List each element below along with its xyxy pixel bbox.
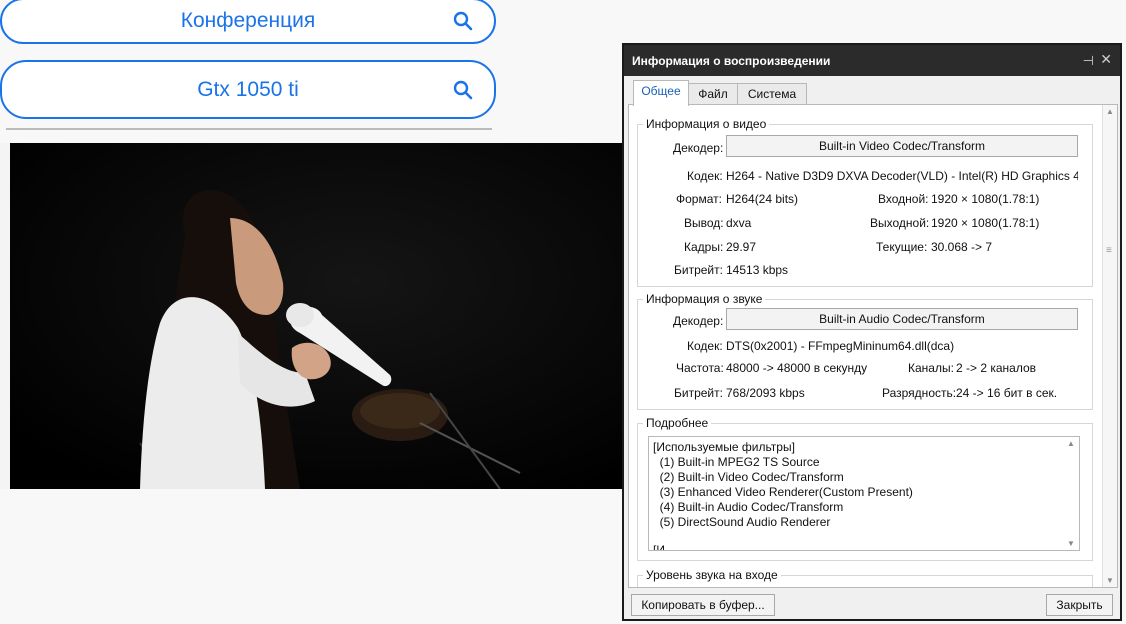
playback-info-dialog: Информация о воспроизведении ⊣ ✕ Общее Ф… (622, 43, 1122, 621)
video-output-label: Вывод: (684, 216, 724, 230)
details-group: Подробнее [Используемые фильтры] (1) Bui… (637, 416, 1093, 561)
video-format-value: H264(24 bits) (726, 192, 799, 206)
tab-file[interactable]: Файл (688, 83, 738, 105)
filters-list[interactable]: [Используемые фильтры] (1) Built-in MPEG… (648, 436, 1080, 551)
video-decoder-label: Декодер: (673, 141, 724, 155)
video-out-res-value: 1920 × 1080(1.78:1) (931, 216, 1040, 230)
video-input-value: 1920 × 1080(1.78:1) (931, 192, 1040, 206)
copy-to-clipboard-button[interactable]: Копировать в буфер... (631, 594, 775, 616)
video-codec-label: Кодек: (687, 169, 723, 183)
search-icon[interactable] (452, 10, 474, 32)
filters-list-line: (3) Enhanced Video Renderer(Custom Prese… (653, 485, 913, 499)
video-format-label: Формат: (676, 192, 722, 206)
filters-list-line: (2) Built-in Video Codec/Transform (653, 470, 844, 484)
video-codec-value: H264 - Native D3D9 DXVA Decoder(VLD) - I… (726, 169, 1078, 183)
audio-info-group: Информация о звуке Декодер: Built-in Aud… (637, 292, 1093, 410)
search-pill-label: Gtx 1050 ti (197, 77, 299, 101)
audio-codec-label: Кодек: (687, 339, 723, 353)
scroll-down-icon[interactable]: ▼ (1106, 576, 1114, 585)
divider (6, 128, 492, 130)
video-image (0, 143, 640, 489)
audio-depth-label: Разрядность: (882, 386, 957, 400)
video-current-value: 30.068 -> 7 (931, 240, 993, 254)
audio-channels-value: 2 -> 2 каналов (956, 361, 1037, 375)
tab-general[interactable]: Общее (633, 80, 689, 106)
filters-list-scrollbar[interactable]: ▲ ▼ (1067, 439, 1077, 548)
filters-list-line: (5) DirectSound Audio Renderer (653, 515, 831, 529)
dialog-client: Общее Файл Система Информация о видео Де… (624, 76, 1120, 619)
dialog-title: Информация о воспроизведении (632, 54, 831, 68)
input-level-title: Уровень звука на входе (643, 568, 781, 582)
audio-channels-label: Каналы: (908, 361, 954, 375)
general-panel: Информация о видео Декодер: Built-in Vid… (628, 104, 1118, 588)
scroll-up-icon[interactable]: ▲ (1067, 439, 1075, 448)
scroll-down-icon[interactable]: ▼ (1067, 539, 1075, 548)
dialog-titlebar[interactable]: Информация о воспроизведении ⊣ ✕ (624, 45, 1120, 76)
video-current-label: Текущие: (876, 240, 928, 254)
video-output-value: dxva (726, 216, 752, 230)
video-out-res-label: Выходной: (870, 216, 930, 230)
close-button[interactable]: Закрыть (1046, 594, 1113, 616)
video-input-label: Входной: (878, 192, 929, 206)
video-decoder-button[interactable]: Built-in Video Codec/Transform (726, 135, 1078, 157)
scroll-grip-icon[interactable]: ≡ (1106, 245, 1112, 256)
video-info-title: Информация о видео (643, 117, 770, 131)
audio-codec-value: DTS(0x2001) - FFmpegMininum64.dll(dca) (726, 339, 955, 353)
audio-freq-value: 48000 -> 48000 в секунду (726, 361, 868, 375)
search-icon[interactable] (452, 79, 474, 101)
details-title: Подробнее (643, 416, 712, 430)
close-icon[interactable]: ✕ (1100, 51, 1112, 68)
filters-list-line: [И (653, 543, 665, 551)
audio-bitrate-label: Битрейт: (674, 386, 723, 400)
audio-info-title: Информация о звуке (643, 292, 766, 306)
search-pill-conference[interactable]: Конференция (0, 0, 496, 44)
pin-icon[interactable]: ⊣ (1083, 53, 1094, 69)
video-frames-label: Кадры: (684, 240, 724, 254)
audio-decoder-label: Декодер: (673, 314, 724, 328)
search-pill-gtx[interactable]: Gtx 1050 ti (0, 60, 496, 119)
audio-freq-label: Частота: (676, 361, 724, 375)
video-bitrate-value: 14513 kbps (726, 263, 789, 277)
video-frames-value: 29.97 (726, 240, 757, 254)
tab-system[interactable]: Система (737, 83, 807, 105)
filters-list-line: [Используемые фильтры] (653, 440, 795, 454)
scroll-up-icon[interactable]: ▲ (1106, 107, 1114, 116)
panel-scrollbar[interactable]: ▲ ≡ ▼ (1102, 105, 1117, 587)
search-pill-label: Конференция (180, 9, 316, 32)
input-level-group: Уровень звука на входе (637, 568, 1093, 587)
video-bitrate-label: Битрейт: (674, 263, 723, 277)
audio-decoder-button[interactable]: Built-in Audio Codec/Transform (726, 308, 1078, 330)
video-frame[interactable] (0, 143, 640, 489)
filters-list-line: (1) Built-in MPEG2 TS Source (653, 455, 820, 469)
video-info-group: Информация о видео Декодер: Built-in Vid… (637, 117, 1093, 287)
audio-bitrate-value: 768/2093 kbps (726, 386, 805, 400)
filters-list-line: (4) Built-in Audio Codec/Transform (653, 500, 844, 514)
audio-depth-value: 24 -> 16 бит в сек. (956, 386, 1058, 400)
